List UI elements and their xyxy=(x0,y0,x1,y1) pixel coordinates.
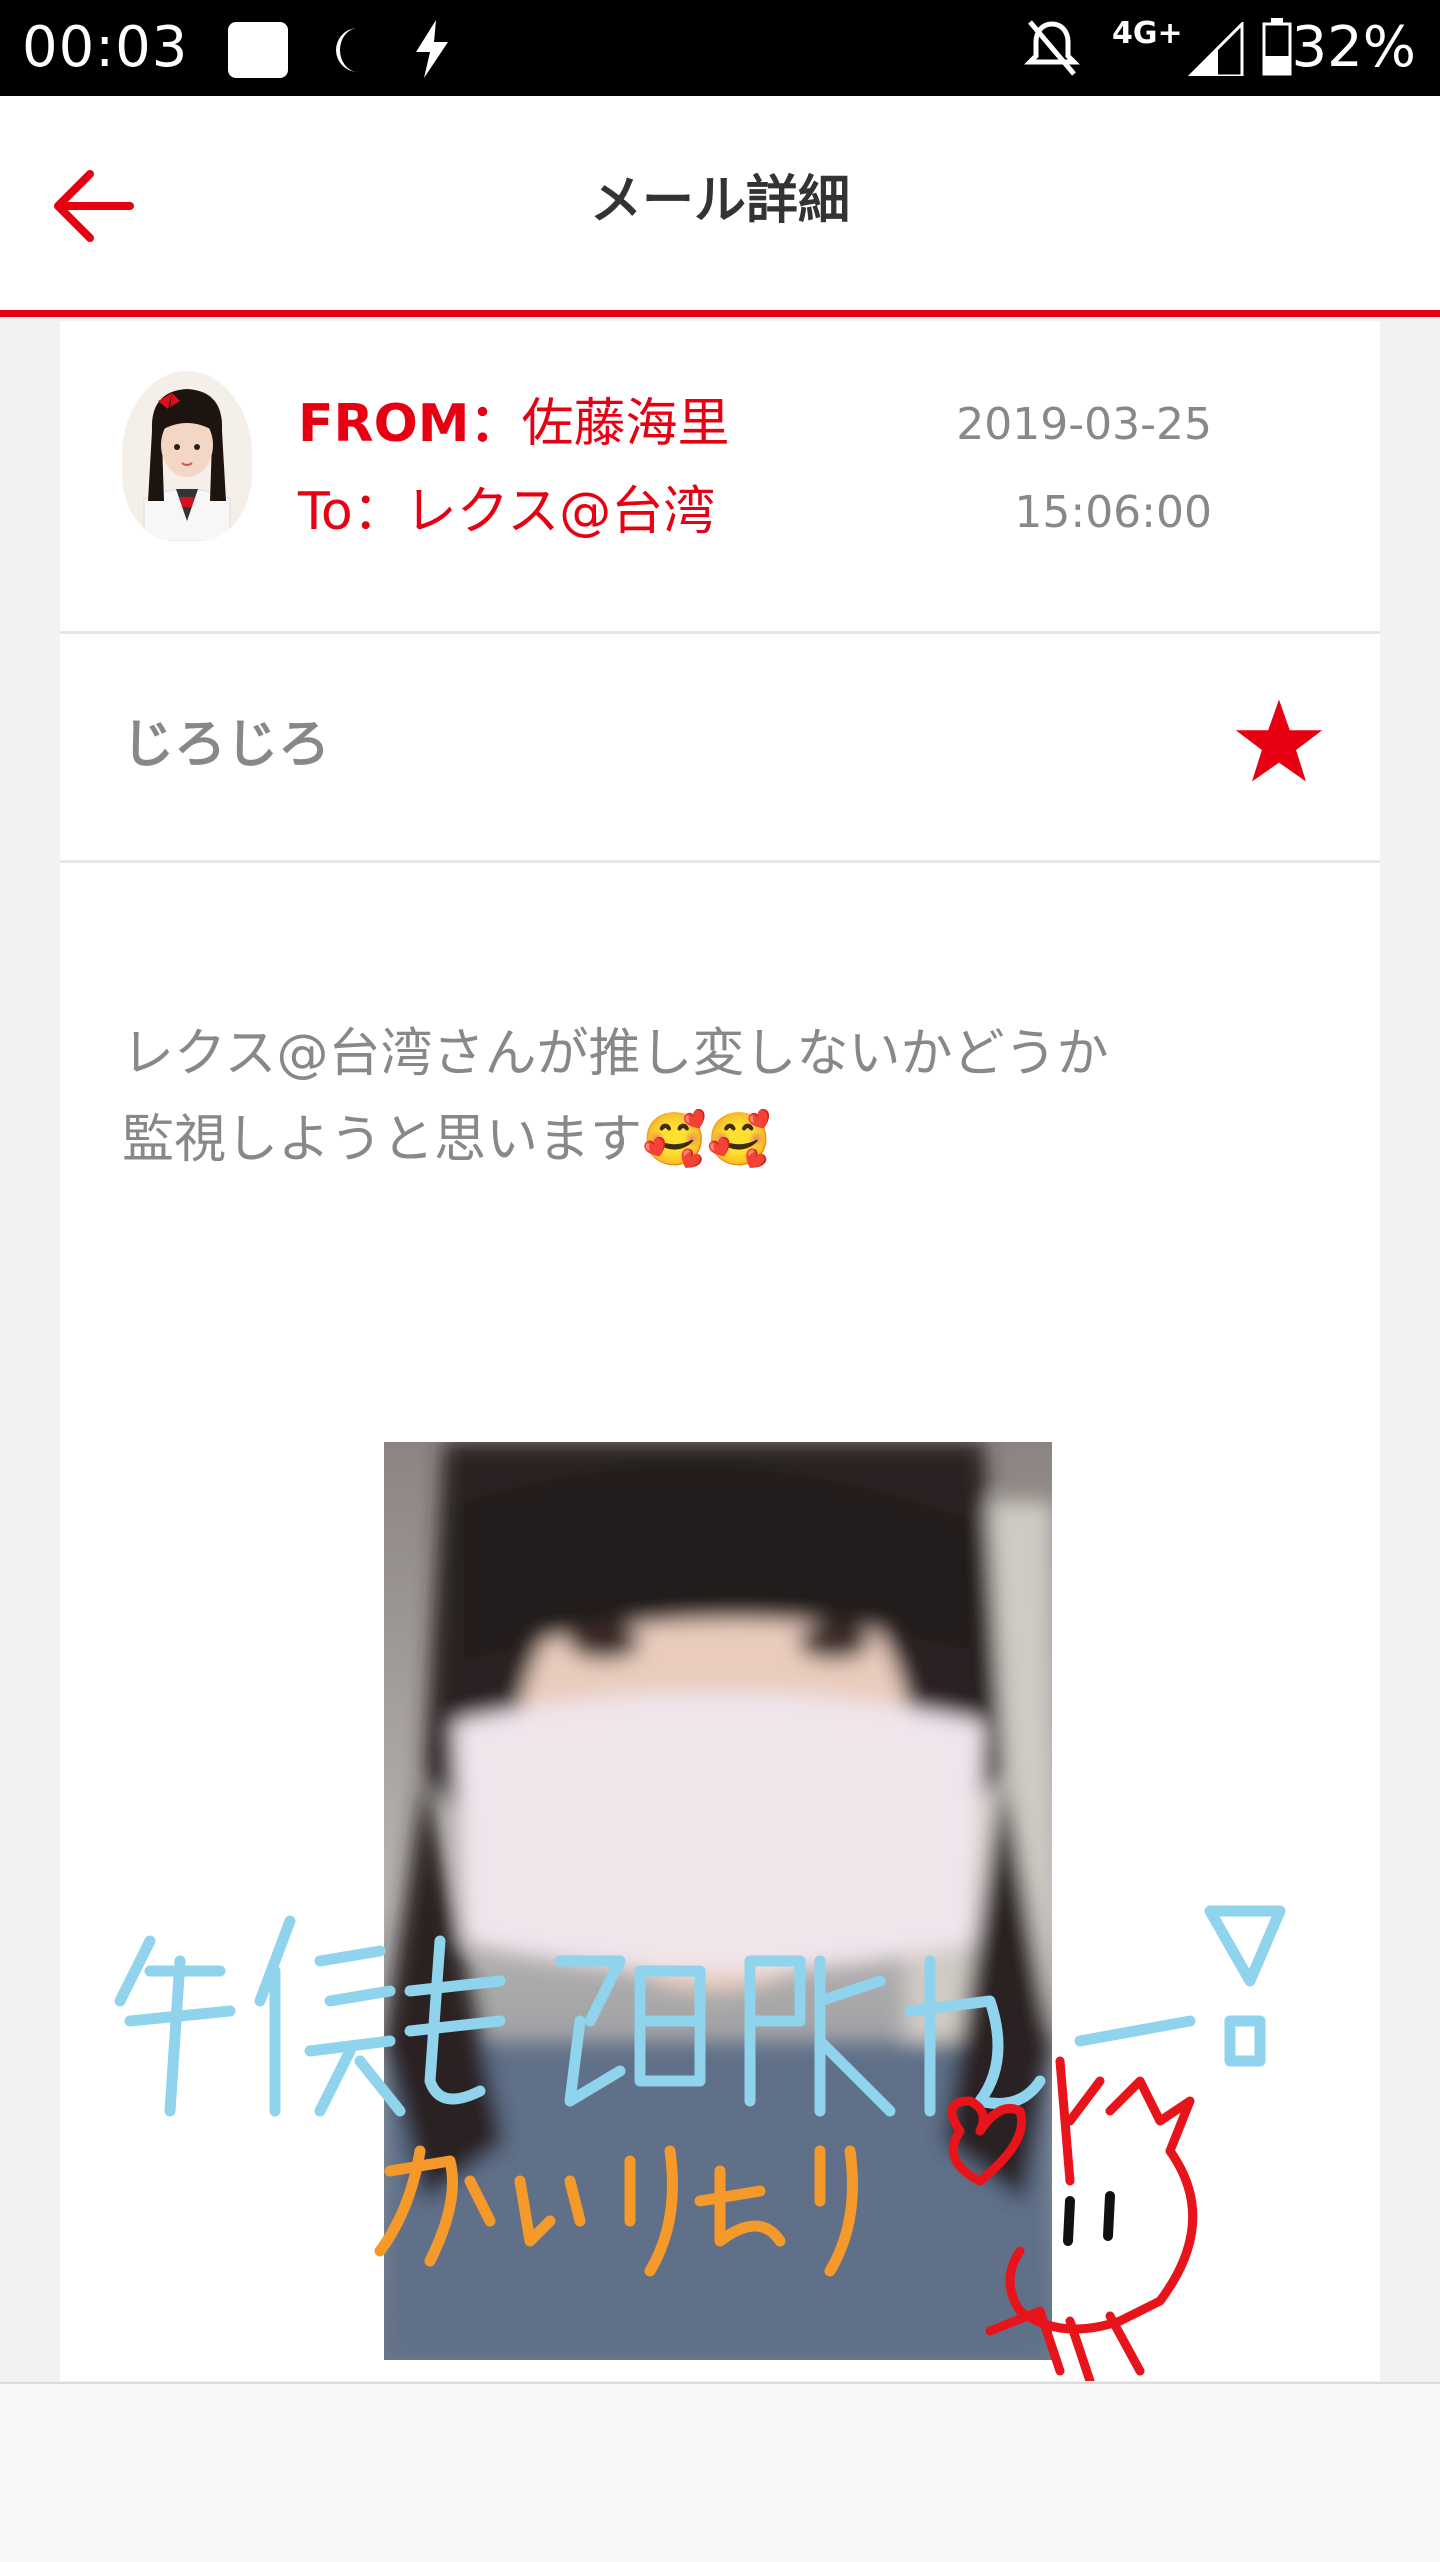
mail-body-line-2: 監視しようと思います🥰🥰 xyxy=(122,1110,772,1170)
notifications-off-icon xyxy=(1024,20,1080,76)
battery-percent: 32% xyxy=(1291,15,1416,80)
page-title: メール詳細 xyxy=(589,171,850,231)
from-line: FROM：佐藤海里 xyxy=(298,389,730,459)
app-bar: メール詳細 xyxy=(0,96,1440,317)
signal-icon xyxy=(1188,22,1244,76)
from-name: 佐藤海里 xyxy=(521,394,730,454)
mail-card: FROM：佐藤海里 To：レクス@台湾 2019-03-25 15:06:00 … xyxy=(60,321,1380,2381)
to-label: To： xyxy=(298,482,405,542)
to-name: レクス@台湾 xyxy=(404,482,716,542)
battery-icon xyxy=(1262,18,1292,76)
attached-photo[interactable] xyxy=(384,1442,1052,2360)
status-time: 00:03 xyxy=(22,15,189,80)
charging-icon xyxy=(416,20,448,78)
bottom-bar xyxy=(0,2382,1440,2562)
from-label: FROM： xyxy=(298,394,522,454)
notification-icon xyxy=(228,22,288,78)
mail-subject: じろじろ xyxy=(122,715,331,775)
mail-header: FROM：佐藤海里 To：レクス@台湾 2019-03-25 15:06:00 xyxy=(60,321,1380,634)
mail-body: レクス@台湾さんが推し変しないかどうか 監視しようと思います🥰🥰 xyxy=(122,1011,1342,1183)
star-icon[interactable] xyxy=(1234,696,1324,786)
mail-body-line-1: レクス@台湾さんが推し変しないかどうか xyxy=(122,1024,1109,1084)
avatar[interactable] xyxy=(122,371,252,541)
status-bar: 00:03 4G+ 32% xyxy=(0,0,1440,96)
subject-row: じろじろ xyxy=(60,634,1380,863)
to-line: To：レクス@台湾 xyxy=(298,477,715,547)
mail-time: 15:06:00 xyxy=(1014,487,1212,538)
moon-icon xyxy=(336,28,358,72)
mail-date: 2019-03-25 xyxy=(956,399,1212,450)
network-type: 4G+ xyxy=(1112,16,1183,51)
